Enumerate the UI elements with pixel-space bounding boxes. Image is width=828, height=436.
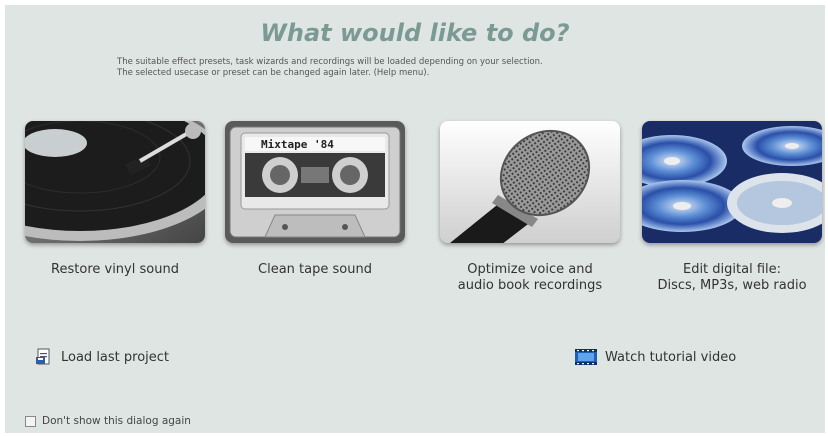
subtitle-line-2: The selected usecase or preset can be ch… [117,68,430,78]
option-restore-vinyl[interactable] [25,121,205,243]
option-optimize-voice[interactable] [440,121,620,243]
option-edit-digital[interactable] [642,121,822,243]
watch-tutorial-label: Watch tutorial video [605,349,737,365]
film-strip-icon [575,349,597,365]
dont-show-again-checkbox[interactable] [25,415,36,427]
watch-tutorial-button[interactable]: Watch tutorial video [575,348,736,366]
subtitle-line-1: The suitable effect presets, task wizard… [117,57,543,67]
start-dialog: What would like to do? The suitable effe… [5,5,825,433]
option-clean-tape[interactable]: Mixtape '84 [225,121,405,243]
load-last-project-label: Load last project [61,349,170,365]
dont-show-again-label[interactable]: Don't show this dialog again [42,415,191,427]
option-clean-tape-label: Clean tape sound [258,262,372,277]
cassette-tape-image: Mixtape '84 [225,121,405,243]
tape-label-text: Mixtape '84 [261,138,334,151]
option-restore-vinyl-label: Restore vinyl sound [51,262,179,277]
vinyl-record-image [25,121,205,243]
dialog-title: What would like to do? [260,19,570,47]
load-last-project-button[interactable]: Load last project [35,348,169,366]
dialog-subtitle: The suitable effect presets, task wizard… [117,57,717,79]
option-edit-digital-label: Edit digital file: Discs, MP3s, web radi… [657,262,807,293]
option-optimize-voice-label: Optimize voice and audio book recordings [457,262,603,293]
discs-image [642,121,822,243]
dont-show-again-row: Don't show this dialog again [25,415,191,427]
project-file-icon [36,348,50,365]
microphone-image [440,121,620,243]
